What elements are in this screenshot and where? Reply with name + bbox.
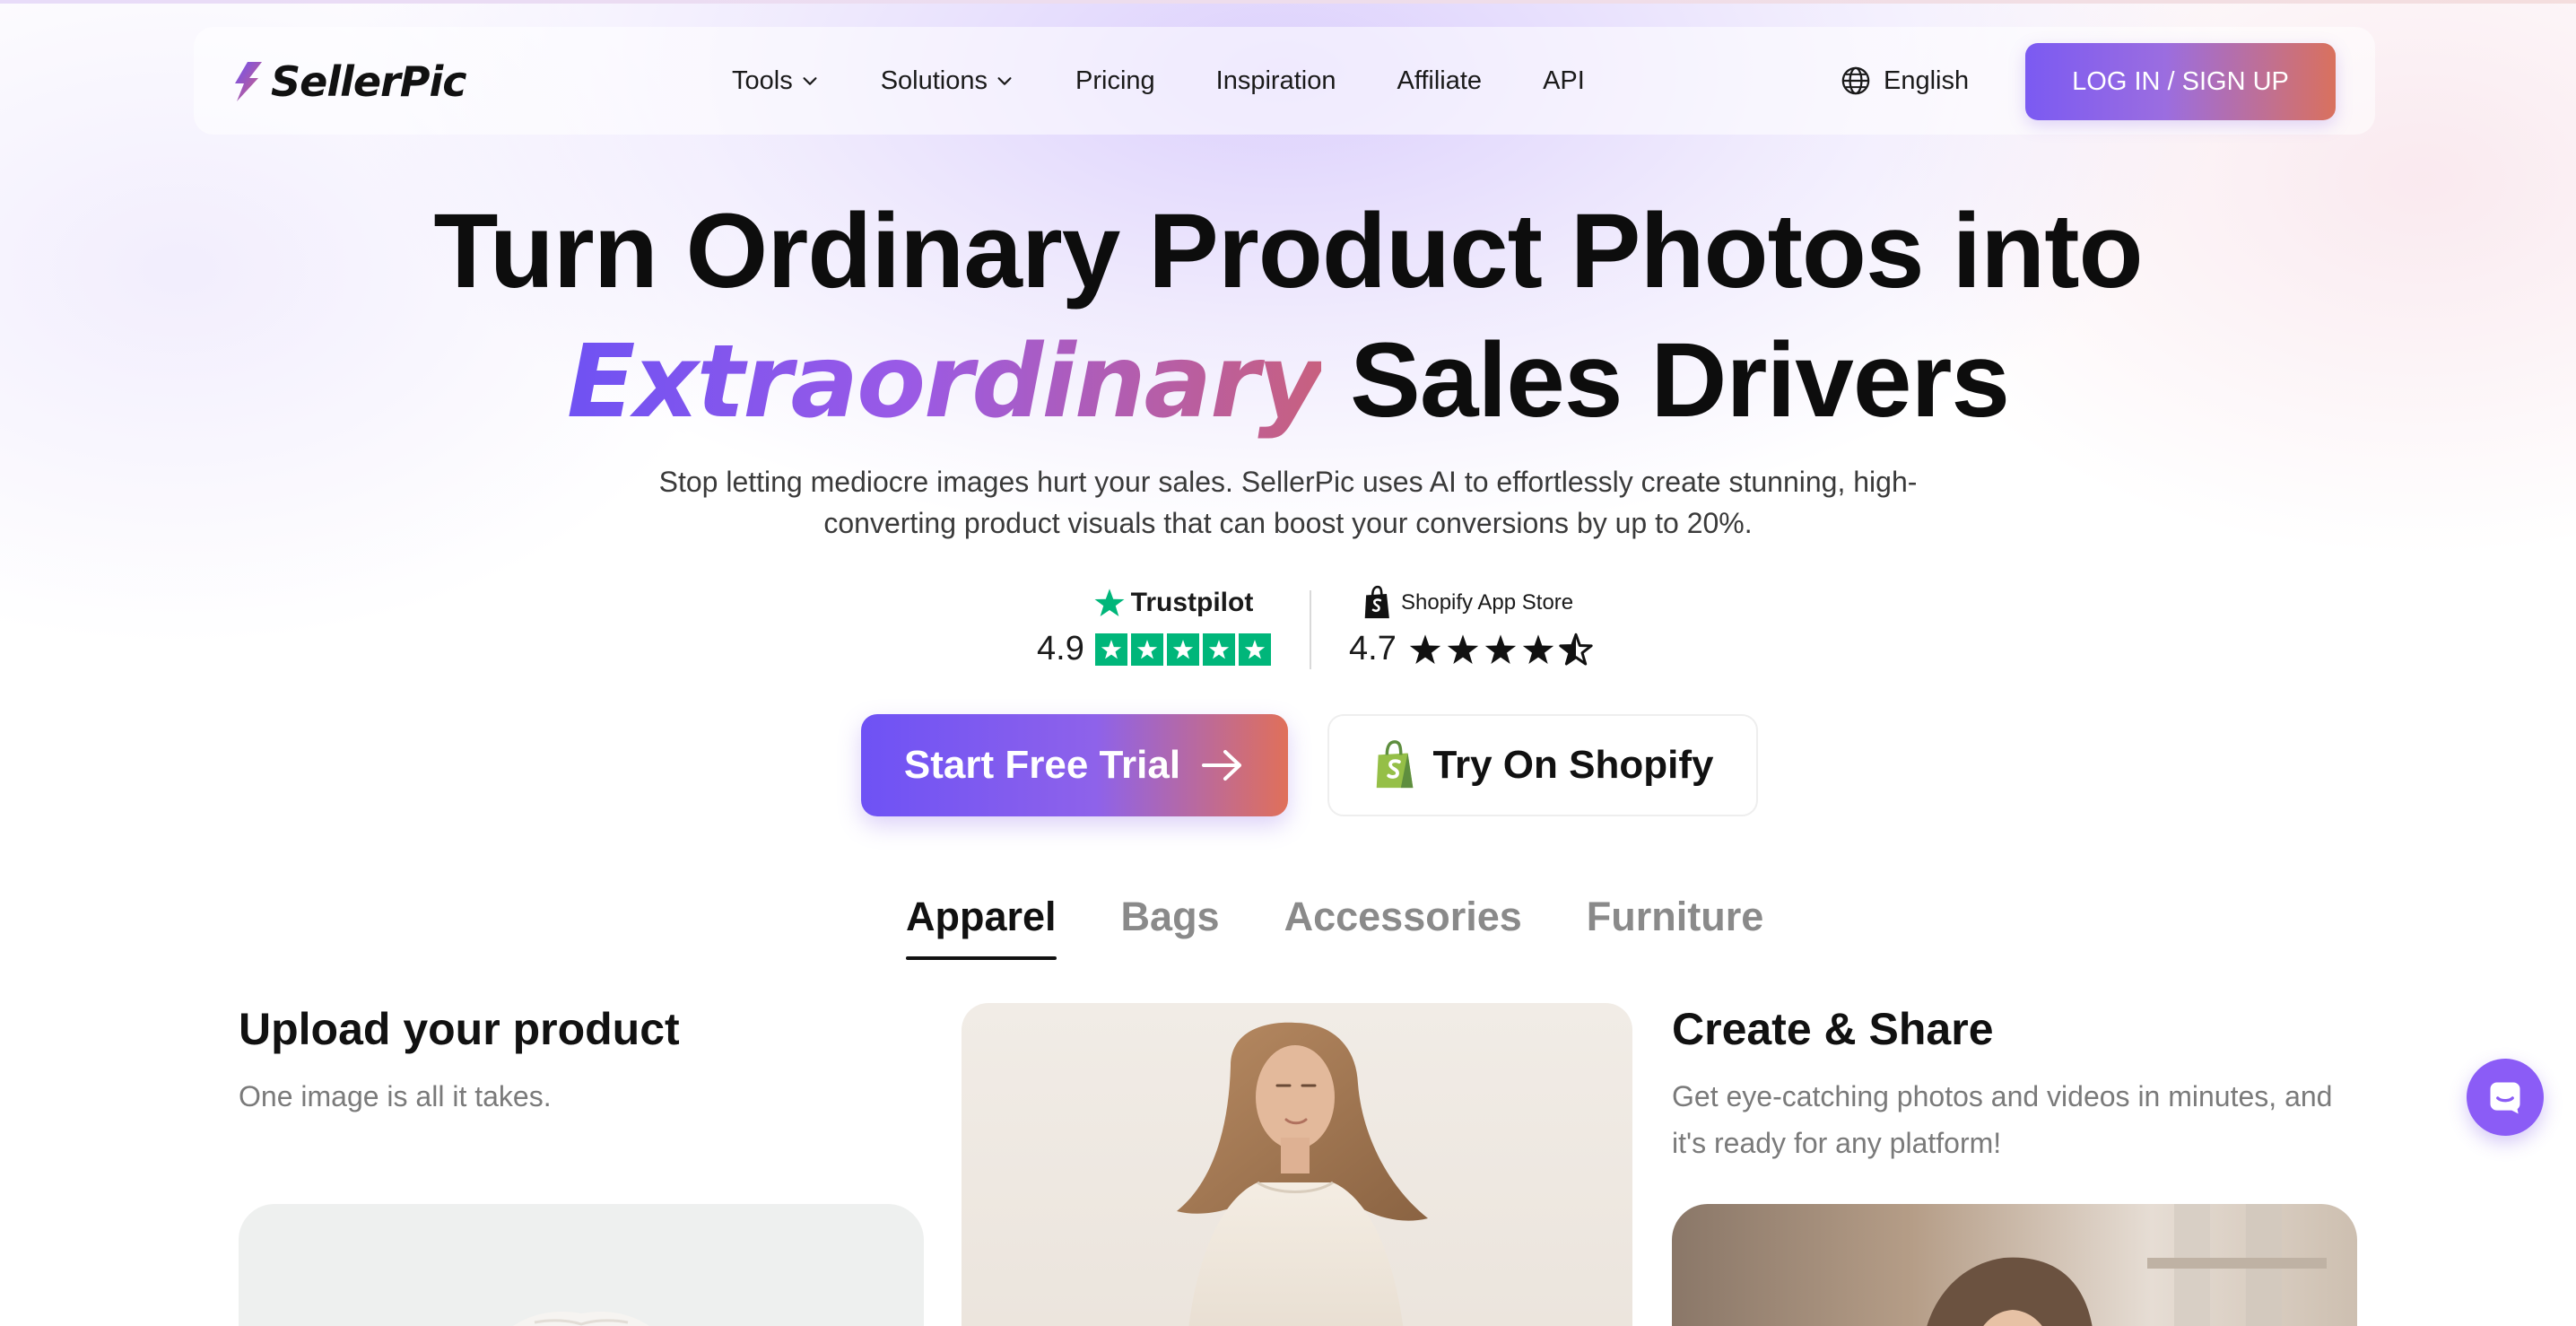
menu-item-affiliate[interactable]: Affiliate (1397, 66, 1482, 96)
language-label: English (1884, 65, 1970, 95)
language-selector[interactable]: English (1841, 27, 1969, 135)
share-step-title: Create & Share (1672, 1004, 1994, 1054)
share-step-desc: Get eye-catching photos and videos in mi… (1672, 1080, 2333, 1159)
hero-title-highlight: Extraordinary (566, 324, 1323, 441)
menu-item-inspiration[interactable]: Inspiration (1216, 66, 1336, 96)
arrow-right-icon (1202, 750, 1242, 781)
product-image-card (239, 1204, 924, 1326)
logo-mark-icon (235, 62, 262, 101)
chevron-down-icon (803, 77, 817, 85)
menu-item-tools[interactable]: Tools (732, 66, 820, 96)
main-menu: Tools Solutions Pricing Inspiration Affi… (732, 27, 1646, 135)
upload-step-title: Upload your product (239, 1004, 680, 1054)
menu-item-pricing[interactable]: Pricing (1075, 66, 1155, 96)
trustpilot-star-icon (1094, 589, 1125, 616)
hero-subtitle-line1: Stop letting mediocre images hurt your s… (658, 466, 1918, 498)
star-icon (1409, 633, 1440, 664)
menu-item-label: Inspiration (1215, 65, 1336, 95)
menu-item-label: Affiliate (1397, 65, 1483, 95)
page: SellerPic Tools Solutions Pricing Inspir… (0, 0, 2576, 1326)
login-signup-button[interactable]: LOG IN / SIGN UP (2025, 43, 2336, 120)
start-free-trial-label: Start Free Trial (903, 743, 1181, 787)
menu-item-label: Tools (732, 65, 793, 95)
lifestyle-photo (1927, 1204, 2327, 1326)
tab-apparel[interactable]: Apparel (906, 894, 1057, 960)
model-image-card (962, 1003, 1632, 1326)
hero-title-line2: Extraordinary Sales Drivers (0, 319, 2576, 441)
star-icon (1484, 633, 1516, 664)
tab-bags[interactable]: Bags (1121, 894, 1220, 960)
star-icon (1094, 632, 1127, 666)
star-icon (1202, 632, 1235, 666)
shopify-bag-icon (1364, 585, 1389, 619)
logo[interactable]: SellerPic (231, 57, 466, 106)
category-tabs: Apparel Bags Accessories Furniture (906, 894, 1763, 960)
star-icon (1447, 633, 1478, 664)
menu-item-label: Solutions (880, 65, 988, 95)
logo-text: SellerPic (271, 57, 466, 106)
model-photo (1177, 1022, 1428, 1326)
globe-icon (1841, 66, 1870, 95)
upload-step-desc: One image is all it takes. (239, 1080, 552, 1112)
menu-item-api[interactable]: API (1543, 66, 1585, 96)
hero-title-line1: Turn Ordinary Product Photos into (433, 192, 2143, 310)
menu-item-solutions[interactable]: Solutions (881, 66, 1014, 96)
rating-divider (1310, 590, 1311, 669)
shopify-bag-icon (1376, 740, 1413, 789)
trustpilot-brand: Trustpilot (1073, 583, 1274, 623)
start-free-trial-button[interactable]: Start Free Trial (861, 714, 1288, 816)
hero-title-rest: Sales Drivers (1321, 321, 2010, 440)
tab-furniture[interactable]: Furniture (1587, 894, 1764, 960)
trustpilot-score: 4.9 (1037, 630, 1084, 667)
trustpilot-label: Trustpilot (1130, 588, 1254, 617)
chevron-down-icon (997, 77, 1012, 85)
result-image-card (1672, 1204, 2357, 1326)
try-on-shopify-button[interactable]: Try On Shopify (1327, 714, 1758, 816)
star-icon (1166, 632, 1199, 666)
tab-accessories[interactable]: Accessories (1284, 894, 1522, 960)
chat-icon (2490, 1082, 2520, 1114)
trustpilot-rating[interactable]: Trustpilot 4.9 (1037, 583, 1274, 668)
hero-subtitle-line2: converting product visuals that can boos… (823, 507, 1753, 539)
menu-item-label: Pricing (1075, 65, 1155, 95)
try-on-shopify-label: Try On Shopify (1432, 743, 1714, 787)
hero-subtitle: Stop letting mediocre images hurt your s… (628, 461, 1948, 544)
shopify-store-label: Shopify App Store (1401, 590, 1574, 615)
star-icon (1238, 632, 1271, 666)
menu-item-label: API (1543, 65, 1585, 95)
star-icon (1522, 633, 1553, 664)
chat-widget-button[interactable] (2467, 1059, 2544, 1136)
star-icon (1130, 632, 1163, 666)
garment-image (513, 1311, 649, 1326)
shopify-brand: Shopify App Store (1362, 583, 1609, 623)
top-navbar: SellerPic Tools Solutions Pricing Inspir… (194, 27, 2375, 135)
half-star-icon (1559, 632, 1593, 665)
trustpilot-stars (1094, 632, 1271, 666)
shopify-score: 4.7 (1349, 630, 1397, 667)
shopify-rating[interactable]: Shopify App Store 4.7 (1349, 583, 1609, 668)
shopify-stars (1407, 632, 1594, 667)
